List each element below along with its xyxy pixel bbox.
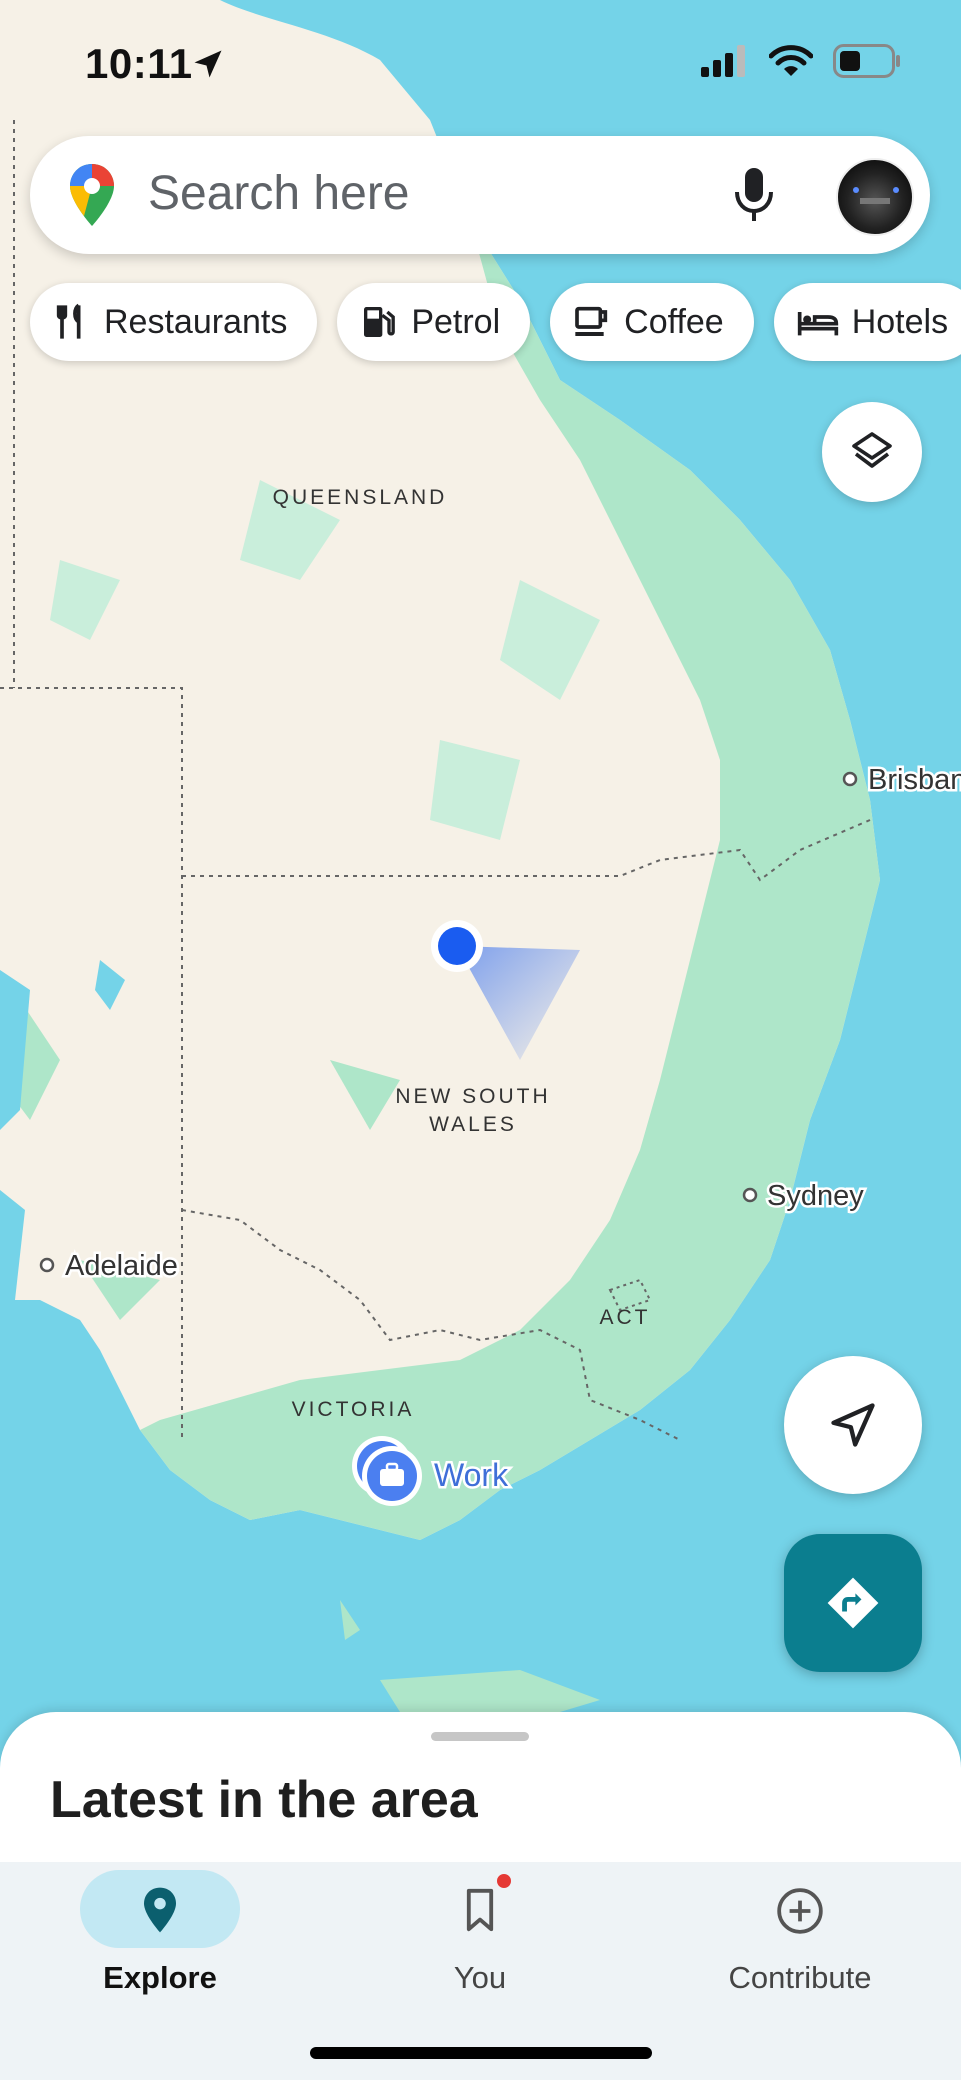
sheet-title: Latest in the area — [50, 1771, 478, 1829]
tab-you-label: You — [453, 1960, 507, 1995]
map-label-nsw-line1: NEW SOUTH — [395, 1085, 550, 1108]
restaurant-icon — [56, 303, 81, 339]
google-maps-logo-icon — [70, 164, 114, 226]
layers-icon — [852, 432, 892, 468]
layers-button[interactable] — [822, 402, 922, 502]
tab-explore[interactable]: Explore — [0, 1862, 320, 2002]
gas-station-icon — [364, 307, 396, 337]
signal-icon — [701, 45, 745, 77]
map-label-nsw-line2: WALES — [429, 1113, 517, 1136]
category-chips: Restaurants Petrol Coffee Hotels — [30, 283, 961, 361]
tab-you[interactable]: You — [320, 1862, 640, 2002]
map-label-victoria: VICTORIA — [292, 1398, 415, 1421]
bed-icon — [797, 312, 838, 336]
directions-icon — [827, 1577, 879, 1629]
notification-dot — [495, 1872, 513, 1890]
chip-hotels[interactable]: Hotels — [773, 283, 961, 361]
chip-petrol[interactable]: Petrol — [337, 283, 531, 361]
avatar[interactable] — [836, 158, 914, 236]
wifi-icon — [769, 45, 813, 76]
sheet-drag-handle[interactable] — [431, 1732, 529, 1741]
search-input[interactable]: Search here — [148, 166, 410, 221]
search-bar[interactable]: Search here — [30, 136, 930, 254]
map-label-queensland: QUEENSLAND — [273, 486, 448, 509]
directions-button[interactable] — [784, 1534, 922, 1672]
home-indicator — [310, 2047, 652, 2059]
chip-restaurants[interactable]: Restaurants — [30, 283, 318, 361]
tab-contribute[interactable]: Contribute — [640, 1862, 960, 2002]
chip-coffee[interactable]: Coffee — [550, 283, 754, 361]
status-time: 10:11 — [85, 40, 193, 87]
navigation-arrow-icon — [831, 1403, 875, 1447]
status-bar: 10:11 — [0, 0, 961, 120]
chip-label: Hotels — [851, 302, 949, 341]
coffee-icon — [575, 306, 608, 336]
work-label: Work — [434, 1457, 509, 1493]
map-label-act: ACT — [600, 1306, 651, 1329]
my-location-button[interactable] — [784, 1356, 922, 1494]
current-location-dot[interactable] — [431, 920, 483, 972]
city-label-adelaide: Adelaide — [65, 1250, 178, 1282]
chip-label: Coffee — [624, 302, 724, 341]
chip-label: Petrol — [411, 302, 501, 341]
add-circle-icon — [777, 1888, 823, 1934]
city-label-brisbane: Brisbane — [868, 764, 961, 796]
tab-explore-label: Explore — [103, 1960, 217, 1995]
avatar-photo — [853, 187, 899, 204]
battery-icon — [833, 44, 900, 78]
location-pin-icon — [144, 1887, 176, 1933]
location-arrow-icon — [194, 50, 222, 78]
tab-contribute-label: Contribute — [728, 1960, 872, 1995]
bookmark-icon — [466, 1888, 494, 1932]
city-label-sydney: Sydney — [767, 1180, 864, 1212]
microphone-icon[interactable] — [730, 166, 778, 224]
chip-label: Restaurants — [104, 302, 288, 341]
